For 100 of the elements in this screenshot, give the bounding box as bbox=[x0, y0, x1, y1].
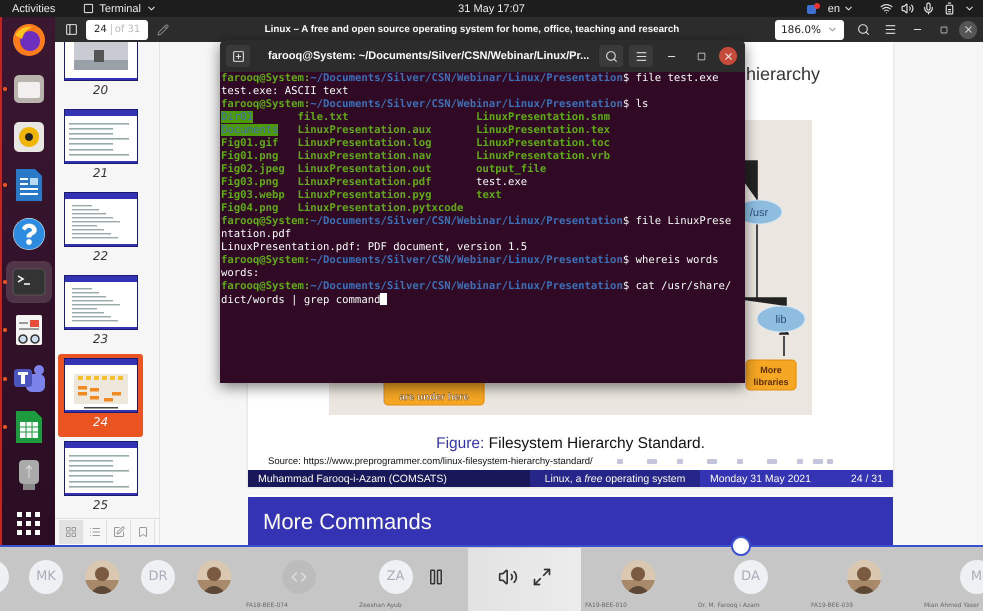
slide-heading: More Commands bbox=[263, 509, 432, 535]
slide-heading: hierarchy bbox=[746, 64, 820, 86]
battery-icon bbox=[943, 2, 956, 15]
avatar: M bbox=[960, 560, 983, 594]
close-button[interactable] bbox=[719, 47, 737, 65]
menu-button[interactable] bbox=[629, 45, 653, 67]
prompt-user: farooq@System: bbox=[221, 98, 310, 110]
file-name: text bbox=[476, 189, 502, 201]
thumbnail-item[interactable]: 22 bbox=[58, 188, 143, 271]
page-label: 22 bbox=[92, 249, 108, 263]
footer-author: Muhammad Farooq-i-Azam (COMSATS) bbox=[258, 472, 447, 484]
tray-app-icon bbox=[806, 2, 820, 14]
file-name: Fig03.png bbox=[221, 176, 278, 188]
thumbnail-item[interactable]: 23 bbox=[58, 271, 143, 354]
menu-icon bbox=[884, 23, 896, 36]
close-icon bbox=[962, 24, 974, 35]
file-name: LinuxPresentation.vrb bbox=[476, 150, 610, 162]
file-name: Documents bbox=[221, 124, 278, 136]
app-grid-icon bbox=[16, 512, 40, 536]
thumbnail-item[interactable]: 25 bbox=[58, 437, 143, 518]
window-title: Linux – A free and open source operating system for home, office, teaching and research bbox=[264, 24, 680, 35]
clock[interactable]: 31 May 17:07 bbox=[458, 2, 525, 14]
volume-icon bbox=[498, 566, 518, 586]
thumbnail-item[interactable]: 21 bbox=[58, 105, 143, 188]
source-text: Source: https://www.preprogrammer.com/linux-filesystem-hierarchy-standard/ bbox=[268, 456, 593, 467]
search-icon bbox=[604, 50, 618, 62]
prompt-path: ~/Documents/Silver/CSN/Webinar/Linux/Presentation bbox=[310, 72, 623, 84]
prompt-user: farooq@System: bbox=[221, 254, 310, 266]
file-name: Dir01 bbox=[221, 111, 253, 123]
search-button[interactable] bbox=[599, 45, 623, 67]
command-text: $ file test.exe bbox=[622, 72, 718, 84]
help-icon bbox=[12, 218, 44, 250]
text-cursor bbox=[380, 293, 387, 305]
file-name: output_file bbox=[476, 163, 546, 175]
expand-icon bbox=[532, 566, 552, 586]
pencil-icon bbox=[157, 24, 169, 36]
fullscreen-button[interactable] bbox=[532, 566, 552, 586]
page-label: 25 bbox=[92, 498, 108, 512]
grid-icon bbox=[64, 526, 76, 538]
prompt-path: ~/Documents/Silver/CSN/Webinar/Linux/Presentation bbox=[310, 98, 623, 110]
file-name: LinuxPresentation.toc bbox=[476, 137, 610, 149]
new-tab-button[interactable] bbox=[226, 45, 250, 67]
command-text: $ whereis words bbox=[622, 254, 718, 266]
file-name: Fig01.png bbox=[221, 150, 278, 162]
usb-drive-icon bbox=[18, 459, 40, 492]
spreadsheet-icon bbox=[14, 410, 42, 444]
thumbnail-item[interactable]: 24 bbox=[58, 354, 143, 437]
file-name: file.txt bbox=[298, 111, 349, 123]
thumbnail-item[interactable]: 20 bbox=[58, 42, 143, 105]
prompt-user: farooq@System: bbox=[221, 280, 310, 292]
folder-icon bbox=[12, 74, 44, 104]
close-button[interactable] bbox=[959, 20, 977, 38]
maximize-icon bbox=[940, 26, 948, 34]
sidebar-icon bbox=[64, 23, 78, 36]
command-text: $ ls bbox=[622, 98, 648, 110]
window-title: farooq@System: ~/Documents/Silver/CSN/Webinar/Linux/Pr... bbox=[267, 50, 590, 62]
page-field[interactable]: 24 of 31 bbox=[86, 20, 148, 40]
speaker-icon bbox=[12, 120, 44, 153]
menu-icon bbox=[634, 50, 648, 62]
avatar: ZA bbox=[378, 560, 412, 594]
output-text: test.exe: ASCII text bbox=[221, 85, 349, 97]
prompt-user: farooq@System: bbox=[221, 215, 310, 227]
plus-icon bbox=[232, 50, 244, 62]
command-text: $ cat /usr/share/ bbox=[622, 280, 732, 292]
page-label: 24 bbox=[92, 415, 108, 429]
page-label: 23 bbox=[92, 332, 108, 346]
volume-icon bbox=[901, 2, 914, 15]
bookmark-icon bbox=[136, 526, 148, 538]
app-menu[interactable]: Terminal bbox=[83, 2, 157, 14]
footer-date: Monday 31 May 2021 bbox=[710, 472, 811, 484]
prompt-user: farooq@System: bbox=[221, 72, 310, 84]
volume-button[interactable] bbox=[498, 566, 518, 586]
page-label: 21 bbox=[92, 166, 108, 180]
annotation-icon bbox=[112, 526, 124, 538]
search-icon bbox=[856, 23, 870, 36]
avatar: MK bbox=[29, 560, 63, 594]
page-label: 20 bbox=[92, 83, 108, 97]
maximize-icon bbox=[696, 52, 706, 60]
file-name: Fig02.jpeg bbox=[221, 163, 285, 175]
seek-slider[interactable] bbox=[0, 536, 983, 556]
document-icon bbox=[14, 168, 42, 202]
close-icon bbox=[722, 50, 734, 62]
avatar: DR bbox=[141, 560, 175, 594]
browser-icon bbox=[12, 23, 46, 58]
file-name: Fig03.webp bbox=[221, 189, 285, 201]
footer-page: 24 / 31 bbox=[850, 472, 883, 484]
microphone-icon bbox=[922, 2, 935, 15]
output-text: words: bbox=[221, 267, 260, 279]
file-name: test.exe bbox=[476, 176, 528, 188]
file-name: LinuxPresentation.tex bbox=[476, 124, 610, 136]
slider-thumb[interactable] bbox=[731, 536, 752, 556]
footer-title: Linux, a free operating system bbox=[544, 472, 686, 484]
file-name: Fig01.gif bbox=[221, 137, 278, 149]
avatar: DA bbox=[734, 560, 768, 594]
activities-button[interactable]: Activities bbox=[12, 2, 56, 14]
figure-caption: Figure: Filesystem Hierarchy Standard. bbox=[436, 435, 705, 453]
file-name: LinuxPresentation.snm bbox=[476, 111, 610, 123]
command-text: $ file LinuxPrese bbox=[622, 215, 732, 227]
language-menu[interactable]: en bbox=[828, 2, 854, 14]
zoom-dropdown[interactable]: 186.0% bbox=[774, 20, 844, 40]
